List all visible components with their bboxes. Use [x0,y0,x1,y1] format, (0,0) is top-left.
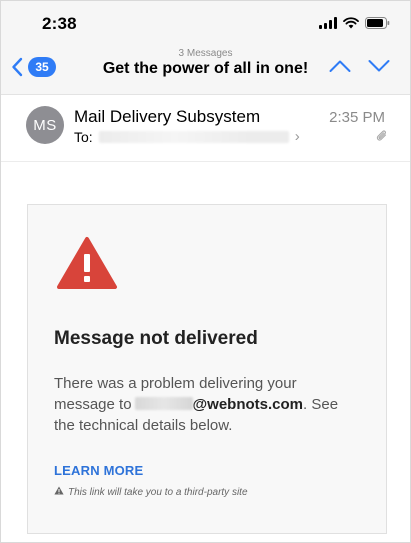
wifi-icon [343,17,359,29]
previous-message-button[interactable] [329,59,351,73]
email-header[interactable]: MS Mail Delivery Subsystem 2:35 PM To: › [1,96,410,162]
message-count: 3 Messages [178,48,233,59]
chevron-right-icon: › [294,128,300,145]
redacted-recipient [98,130,289,143]
delivery-failure-card: Message not delivered There was a proble… [27,204,387,534]
next-message-button[interactable] [368,59,390,73]
card-body: There was a problem delivering your mess… [54,373,354,436]
sent-time: 2:35 PM [329,109,385,126]
warning-icon [56,236,118,295]
sender-avatar: MS [26,106,64,144]
recipient-domain: @webnots.com [192,396,304,413]
chevron-down-icon [368,60,390,72]
status-icons [319,17,390,29]
small-warning-icon [54,486,64,498]
learn-more-link[interactable]: LEARN MORE [54,463,143,478]
navigation-bar: 35 3 Messages Get the power of all in on… [1,45,410,95]
chevron-up-icon [329,60,351,72]
status-time: 2:38 [42,14,77,33]
battery-icon [365,17,390,29]
cellular-signal-icon [319,17,337,29]
to-label: To: [74,128,93,145]
thread-navigation [329,59,390,73]
card-heading: Message not delivered [54,328,258,349]
sender-name[interactable]: Mail Delivery Subsystem [74,107,260,127]
third-party-note: This link will take you to a third-party… [54,486,248,498]
recipient-row[interactable]: To: › [74,128,300,145]
third-party-note-text: This link will take you to a third-party… [68,486,248,498]
status-bar: 2:38 [1,1,410,45]
paperclip-icon [376,129,388,148]
mail-screen: 2:38 35 3 Messages Get the power of all … [0,0,411,543]
redacted-address [134,397,193,410]
